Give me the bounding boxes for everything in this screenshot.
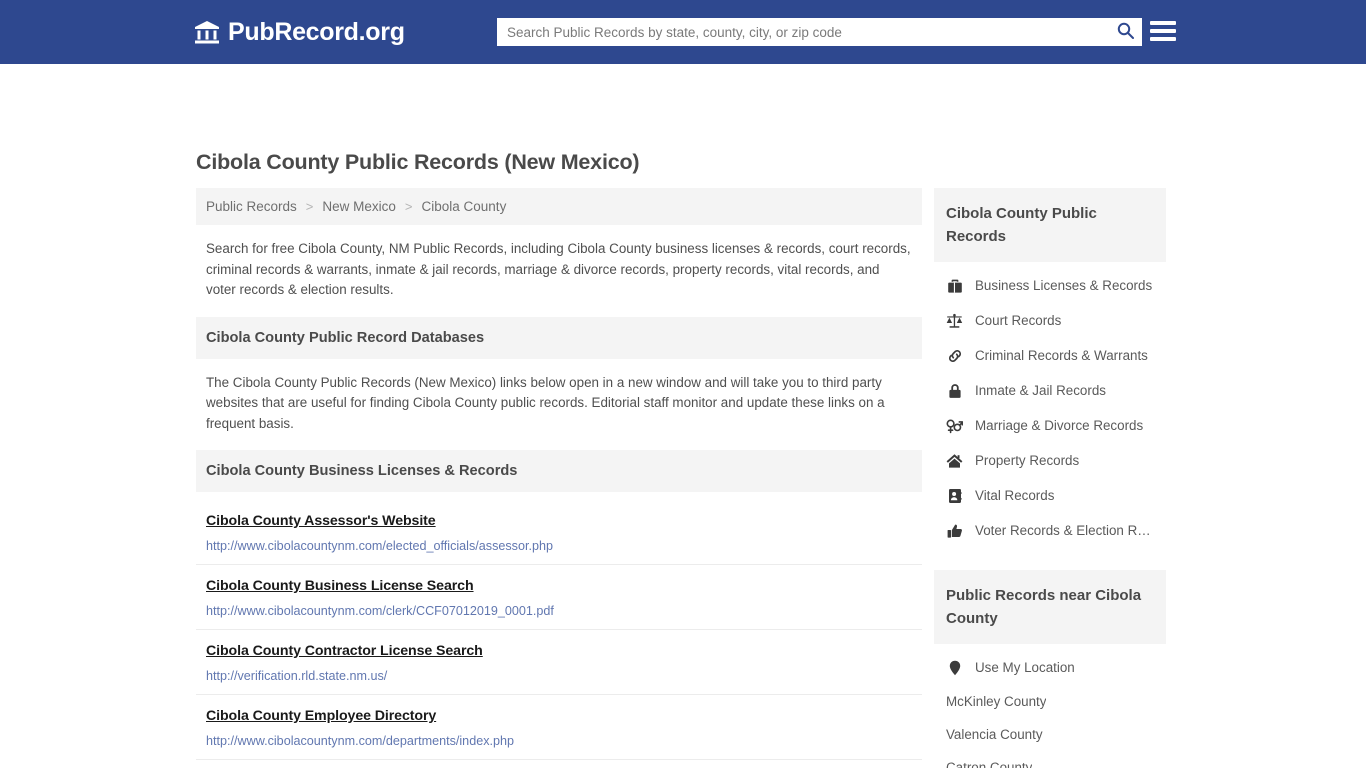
sidebar-item-label: Court Records [975, 313, 1062, 328]
hamburger-menu-icon [1150, 37, 1176, 41]
hamburger-menu-button[interactable] [1150, 18, 1176, 44]
sidebar-item-property-records[interactable]: Property Records [934, 443, 1166, 478]
home-icon [946, 452, 963, 469]
sidebar-item-inmate-jail-records[interactable]: Inmate & Jail Records [934, 373, 1166, 408]
sidebar-item-marriage-divorce-records[interactable]: Marriage & Divorce Records [934, 408, 1166, 443]
site-header: PubRecord.org [0, 0, 1366, 64]
main-content: Public Records > New Mexico > Cibola Cou… [196, 188, 922, 768]
record-link-url[interactable]: http://www.cibolacountynm.com/department… [206, 734, 912, 748]
breadcrumb: Public Records > New Mexico > Cibola Cou… [196, 188, 922, 225]
search-bar [497, 18, 1142, 46]
sidebar-item-label: Use My Location [975, 660, 1075, 675]
sidebar-item-label: Criminal Records & Warrants [975, 348, 1148, 363]
sidebar-item-mckinley-county[interactable]: McKinley County [934, 685, 1166, 718]
section-heading-business-licenses: Cibola County Business Licenses & Record… [196, 450, 922, 492]
sidebar-heading-nearby: Public Records near Cibola County [934, 570, 1166, 644]
sidebar-item-label: Marriage & Divorce Records [975, 418, 1144, 433]
balance-scale-icon [946, 312, 963, 329]
sidebar-item-label: Vital Records [975, 488, 1055, 503]
sidebar-records-list: Business Licenses & Records Court Record… [934, 262, 1166, 548]
site-logo[interactable]: PubRecord.org [194, 19, 405, 45]
hamburger-menu-icon [1150, 21, 1176, 25]
sidebar-item-catron-county[interactable]: Catron County [934, 751, 1166, 768]
record-link-url[interactable]: http://verification.rld.state.nm.us/ [206, 669, 912, 683]
list-item: Cibola County Assessor's Website http://… [196, 498, 922, 565]
map-pin-icon [946, 659, 963, 676]
chain-link-icon [946, 347, 963, 364]
breadcrumb-item-cibola-county[interactable]: Cibola County [422, 199, 507, 214]
intro-paragraph: Search for free Cibola County, NM Public… [206, 241, 911, 297]
address-card-icon [946, 487, 963, 504]
record-link-title[interactable]: Cibola County Business License Search [206, 578, 474, 594]
thumbs-up-icon [946, 522, 963, 539]
venus-mars-icon [946, 417, 963, 434]
page-title: Cibola County Public Records (New Mexico… [196, 150, 640, 174]
sidebar-nearby-panel: Public Records near Cibola County Use My… [934, 570, 1166, 768]
search-icon [1117, 22, 1134, 42]
sidebar-item-court-records[interactable]: Court Records [934, 303, 1166, 338]
sidebar: Cibola County Public Records Business Li… [934, 188, 1166, 768]
sidebar-item-valencia-county[interactable]: Valencia County [934, 718, 1166, 751]
briefcase-icon [946, 277, 963, 294]
sidebar-item-label: McKinley County [946, 694, 1047, 709]
sidebar-item-vital-records[interactable]: Vital Records [934, 478, 1166, 513]
sidebar-item-business-licenses[interactable]: Business Licenses & Records [934, 268, 1166, 303]
record-link-title[interactable]: Cibola County Assessor's Website [206, 513, 436, 529]
sidebar-item-label: Inmate & Jail Records [975, 383, 1106, 398]
search-button[interactable] [1108, 18, 1142, 46]
list-item: Cibola County Business License Search ht… [196, 565, 922, 630]
business-links-list: Cibola County Assessor's Website http://… [196, 498, 922, 768]
breadcrumb-separator: > [305, 199, 314, 214]
record-link-title[interactable]: Cibola County Employee Directory [206, 708, 436, 724]
list-item: Cibola County Government Minutes http://… [196, 760, 922, 768]
breadcrumb-item-new-mexico[interactable]: New Mexico [322, 199, 396, 214]
sidebar-item-label: Business Licenses & Records [975, 278, 1153, 293]
sidebar-item-criminal-records[interactable]: Criminal Records & Warrants [934, 338, 1166, 373]
sidebar-item-use-my-location[interactable]: Use My Location [934, 650, 1166, 685]
sidebar-item-label: Valencia County [946, 727, 1043, 742]
lock-icon [946, 382, 963, 399]
databases-paragraph: The Cibola County Public Records (New Me… [206, 374, 885, 431]
sidebar-item-label: Property Records [975, 453, 1080, 468]
sidebar-item-label: Catron County [946, 760, 1033, 768]
bank-building-icon [194, 19, 220, 45]
sidebar-item-label: Voter Records & Election R… [975, 523, 1151, 538]
list-item: Cibola County Contractor License Search … [196, 630, 922, 695]
hamburger-menu-icon [1150, 29, 1176, 33]
list-item: Cibola County Employee Directory http://… [196, 695, 922, 760]
record-link-url[interactable]: http://www.cibolacountynm.com/clerk/CCF0… [206, 604, 912, 618]
search-input[interactable] [497, 18, 1108, 46]
breadcrumb-separator: > [404, 199, 413, 214]
section-heading-databases: Cibola County Public Record Databases [196, 316, 922, 359]
site-logo-text: PubRecord.org [228, 17, 405, 46]
record-link-url[interactable]: http://www.cibolacountynm.com/elected_of… [206, 539, 912, 553]
breadcrumb-item-public-records[interactable]: Public Records [206, 199, 297, 214]
sidebar-nearby-list: Use My Location McKinley County Valencia… [934, 644, 1166, 768]
sidebar-item-voter-records[interactable]: Voter Records & Election R… [934, 513, 1166, 548]
sidebar-heading-records: Cibola County Public Records [934, 188, 1166, 262]
record-link-title[interactable]: Cibola County Contractor License Search [206, 643, 483, 659]
